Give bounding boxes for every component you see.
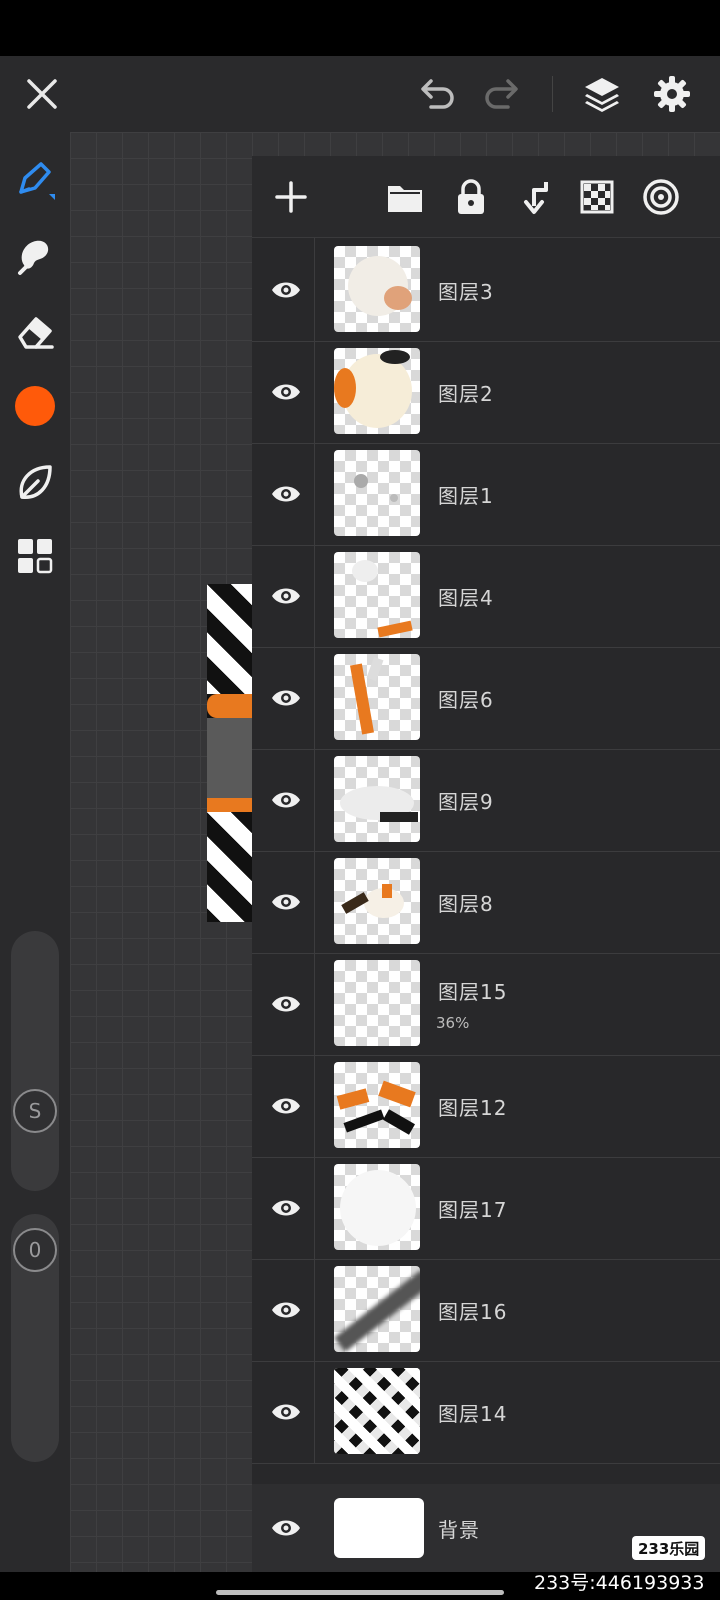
- layer-name: 图层16: [438, 1300, 508, 1324]
- layer-row[interactable]: 图层14: [252, 1360, 720, 1464]
- layer-row[interactable]: 图层4: [252, 544, 720, 648]
- eye-icon[interactable]: [262, 980, 310, 1028]
- layer-thumbnail: [334, 450, 420, 536]
- brush-size-slider[interactable]: S: [11, 931, 59, 1191]
- layer-name: 图层9: [438, 790, 494, 814]
- layer-thumbnail: [334, 1062, 420, 1148]
- layer-thumbnail: [334, 858, 420, 944]
- eye-icon[interactable]: [262, 776, 310, 824]
- eye-icon[interactable]: [262, 1082, 310, 1130]
- layer-row[interactable]: 图层6: [252, 646, 720, 750]
- row-divider: [314, 442, 315, 546]
- brush-icon[interactable]: [11, 156, 59, 204]
- row-divider: [314, 850, 315, 954]
- layer-name: 图层15: [438, 980, 508, 1004]
- merge-down-icon[interactable]: [512, 174, 558, 220]
- layer-name: 图层6: [438, 688, 494, 712]
- brush-opacity-knob[interactable]: 0: [13, 1228, 57, 1272]
- row-divider: [314, 238, 315, 342]
- color-swatch[interactable]: [11, 382, 59, 430]
- layer-row[interactable]: 图层17: [252, 1156, 720, 1260]
- folder-icon[interactable]: [382, 174, 428, 220]
- layer-row[interactable]: 图层9: [252, 748, 720, 852]
- layer-thumbnail: [334, 1164, 420, 1250]
- layer-row[interactable]: 图层3: [252, 238, 720, 342]
- layer-thumbnail: [334, 1368, 420, 1454]
- layer-name: 图层14: [438, 1402, 508, 1426]
- eye-icon[interactable]: [262, 1286, 310, 1334]
- eye-icon[interactable]: [262, 572, 310, 620]
- lock-icon[interactable]: [448, 174, 494, 220]
- brush-size-knob[interactable]: S: [13, 1089, 57, 1133]
- layers-toolbar: [252, 156, 720, 238]
- close-icon[interactable]: [18, 70, 66, 118]
- layer-opacity: 36%: [436, 1014, 470, 1032]
- layer-row[interactable]: 图层1: [252, 442, 720, 546]
- layer-row[interactable]: 图层15 36%: [252, 952, 720, 1056]
- layer-name: 图层2: [438, 382, 494, 406]
- layer-thumbnail: [334, 552, 420, 638]
- layer-thumbnail: [334, 1498, 424, 1558]
- eye-icon[interactable]: [262, 674, 310, 722]
- layer-row[interactable]: 图层8: [252, 850, 720, 954]
- status-bar: [0, 0, 720, 56]
- row-divider: [314, 1156, 315, 1260]
- leaf-icon[interactable]: [11, 458, 59, 506]
- layer-name: 图层1: [438, 484, 494, 508]
- checker-icon[interactable]: [574, 174, 620, 220]
- layer-name: 图层17: [438, 1198, 508, 1222]
- layers-panel: 图层3 图层2 图层1 图层4 图层6 图层9 图层8 图层15 36% 图层12 图层17 图层16…: [252, 156, 720, 1572]
- layer-row[interactable]: 图层12: [252, 1054, 720, 1158]
- layer-thumbnail: [334, 348, 420, 434]
- row-divider: [314, 1054, 315, 1158]
- layer-thumbnail: [334, 960, 420, 1046]
- layer-name: 背景: [438, 1518, 480, 1542]
- home-indicator[interactable]: [216, 1590, 504, 1595]
- row-divider: [314, 544, 315, 648]
- layer-thumbnail: [334, 246, 420, 332]
- layers-icon[interactable]: [578, 70, 626, 118]
- row-divider: [314, 646, 315, 750]
- watermark-id: 233号:446193933: [534, 1572, 705, 1594]
- layer-name: 图层8: [438, 892, 494, 916]
- eye-icon[interactable]: [262, 1184, 310, 1232]
- layer-row[interactable]: 图层16: [252, 1258, 720, 1362]
- target-icon[interactable]: [638, 174, 684, 220]
- eraser-icon[interactable]: [11, 308, 59, 356]
- row-divider: [314, 1258, 315, 1362]
- eye-icon[interactable]: [262, 1504, 310, 1552]
- eye-icon[interactable]: [262, 1388, 310, 1436]
- layer-thumbnail: [334, 654, 420, 740]
- layer-name: 图层3: [438, 280, 494, 304]
- artwork-preview: [207, 584, 255, 922]
- layer-name: 图层12: [438, 1096, 508, 1120]
- eye-icon[interactable]: [262, 266, 310, 314]
- layer-thumbnail: [334, 1266, 420, 1352]
- undo-icon[interactable]: [413, 70, 461, 118]
- layer-thumbnail: [334, 756, 420, 842]
- row-divider: [314, 1360, 315, 1464]
- toolbar-divider: [552, 76, 553, 112]
- add-layer-plus-icon[interactable]: [268, 174, 314, 220]
- grid-icon[interactable]: [11, 532, 59, 580]
- eye-icon[interactable]: [262, 470, 310, 518]
- tool-sidebar: S 0: [0, 132, 70, 1572]
- row-divider: [314, 748, 315, 852]
- eye-icon[interactable]: [262, 878, 310, 926]
- watermark-logo: 233乐园: [632, 1536, 706, 1560]
- row-divider: [314, 340, 315, 444]
- redo-icon[interactable]: [478, 70, 526, 118]
- layer-row[interactable]: 图层2: [252, 340, 720, 444]
- top-toolbar: [0, 56, 720, 132]
- brush-opacity-slider[interactable]: 0: [11, 1214, 59, 1462]
- smudge-icon[interactable]: [11, 232, 59, 280]
- eye-icon[interactable]: [262, 368, 310, 416]
- row-divider: [314, 952, 315, 1056]
- gear-icon[interactable]: [648, 70, 696, 118]
- layer-name: 图层4: [438, 586, 494, 610]
